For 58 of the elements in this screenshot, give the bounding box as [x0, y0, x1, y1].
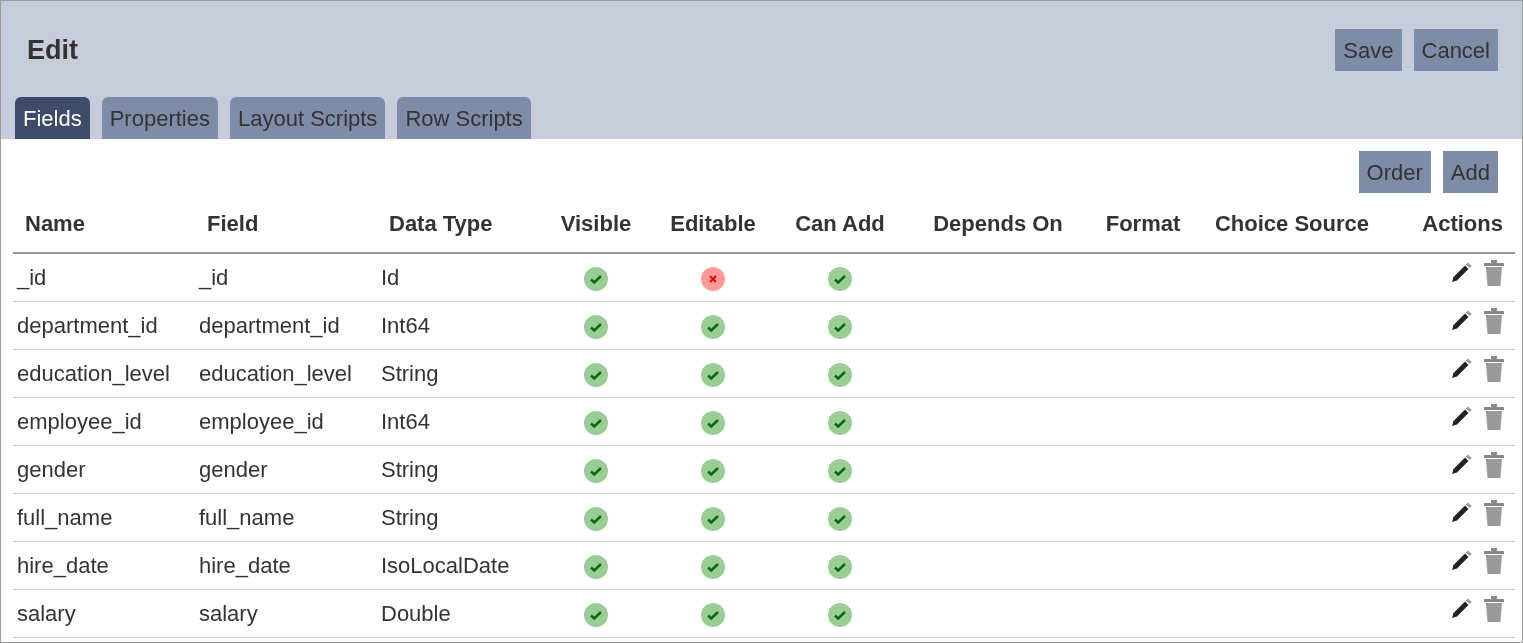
- column-header: Depends On: [933, 211, 1063, 236]
- pencil-icon[interactable]: [1449, 357, 1473, 381]
- table-cell: _id: [199, 264, 229, 290]
- column-header: Visible: [560, 211, 632, 236]
- table-cell: gender: [199, 456, 268, 482]
- column-header: Field: [207, 211, 259, 236]
- trash-icon[interactable]: [1483, 548, 1505, 574]
- table-cell: hire_date: [199, 552, 291, 578]
- tab[interactable]: Row Scripts: [397, 97, 531, 139]
- table-cell: _id: [17, 264, 47, 290]
- table-cell: String: [381, 360, 439, 386]
- table-cell: hire_date: [17, 552, 109, 578]
- table-cell: education_level: [17, 360, 170, 386]
- column-header: Format: [1105, 211, 1181, 236]
- trash-icon[interactable]: [1483, 356, 1505, 382]
- table-cell: department_id: [17, 312, 158, 338]
- table-cell: Int64: [381, 408, 430, 434]
- trash-icon[interactable]: [1483, 452, 1505, 478]
- tab[interactable]: Fields: [15, 97, 90, 139]
- pencil-icon[interactable]: [1449, 549, 1473, 573]
- table-cell: employee_id: [17, 408, 142, 434]
- column-header: Actions: [1422, 211, 1503, 236]
- pencil-icon[interactable]: [1449, 501, 1473, 525]
- column-header: Choice Source: [1214, 211, 1369, 236]
- table-cell: String: [381, 504, 439, 530]
- table-cell: department_id: [199, 312, 340, 338]
- toolbar-button[interactable]: Add: [1442, 151, 1498, 193]
- trash-icon[interactable]: [1483, 500, 1505, 526]
- trash-icon[interactable]: [1483, 308, 1505, 334]
- trash-icon[interactable]: [1483, 596, 1505, 622]
- table-cell: full_name: [199, 504, 295, 530]
- table-cell: Int64: [381, 312, 430, 338]
- column-header: Name: [25, 211, 85, 236]
- table-cell: employee_id: [199, 408, 324, 434]
- header-button[interactable]: Save: [1335, 29, 1402, 71]
- tab[interactable]: Layout Scripts: [229, 97, 386, 139]
- pencil-icon[interactable]: [1449, 405, 1473, 429]
- table-cell: IsoLocalDate: [381, 552, 510, 578]
- table-cell: full_name: [17, 504, 113, 530]
- table-cell: String: [381, 456, 439, 482]
- column-header: Data Type: [389, 211, 493, 236]
- table-cell: gender: [17, 456, 86, 482]
- table-cell: salary: [199, 600, 258, 626]
- table-cell: education_level: [199, 360, 352, 386]
- tab[interactable]: Properties: [101, 97, 218, 139]
- toolbar-button[interactable]: Order: [1358, 151, 1431, 193]
- pencil-icon[interactable]: [1449, 597, 1473, 621]
- table-cell: Double: [381, 600, 451, 626]
- column-header: Editable: [670, 211, 756, 236]
- trash-icon[interactable]: [1483, 260, 1505, 287]
- trash-icon[interactable]: [1483, 404, 1505, 430]
- header-button[interactable]: Cancel: [1413, 29, 1498, 71]
- column-header: Can Add: [795, 211, 885, 236]
- table-cell: Id: [381, 264, 400, 290]
- page-title: Edit: [27, 33, 78, 67]
- table-cell: salary: [17, 600, 76, 626]
- pencil-icon[interactable]: [1449, 309, 1473, 333]
- pencil-icon[interactable]: [1449, 453, 1473, 477]
